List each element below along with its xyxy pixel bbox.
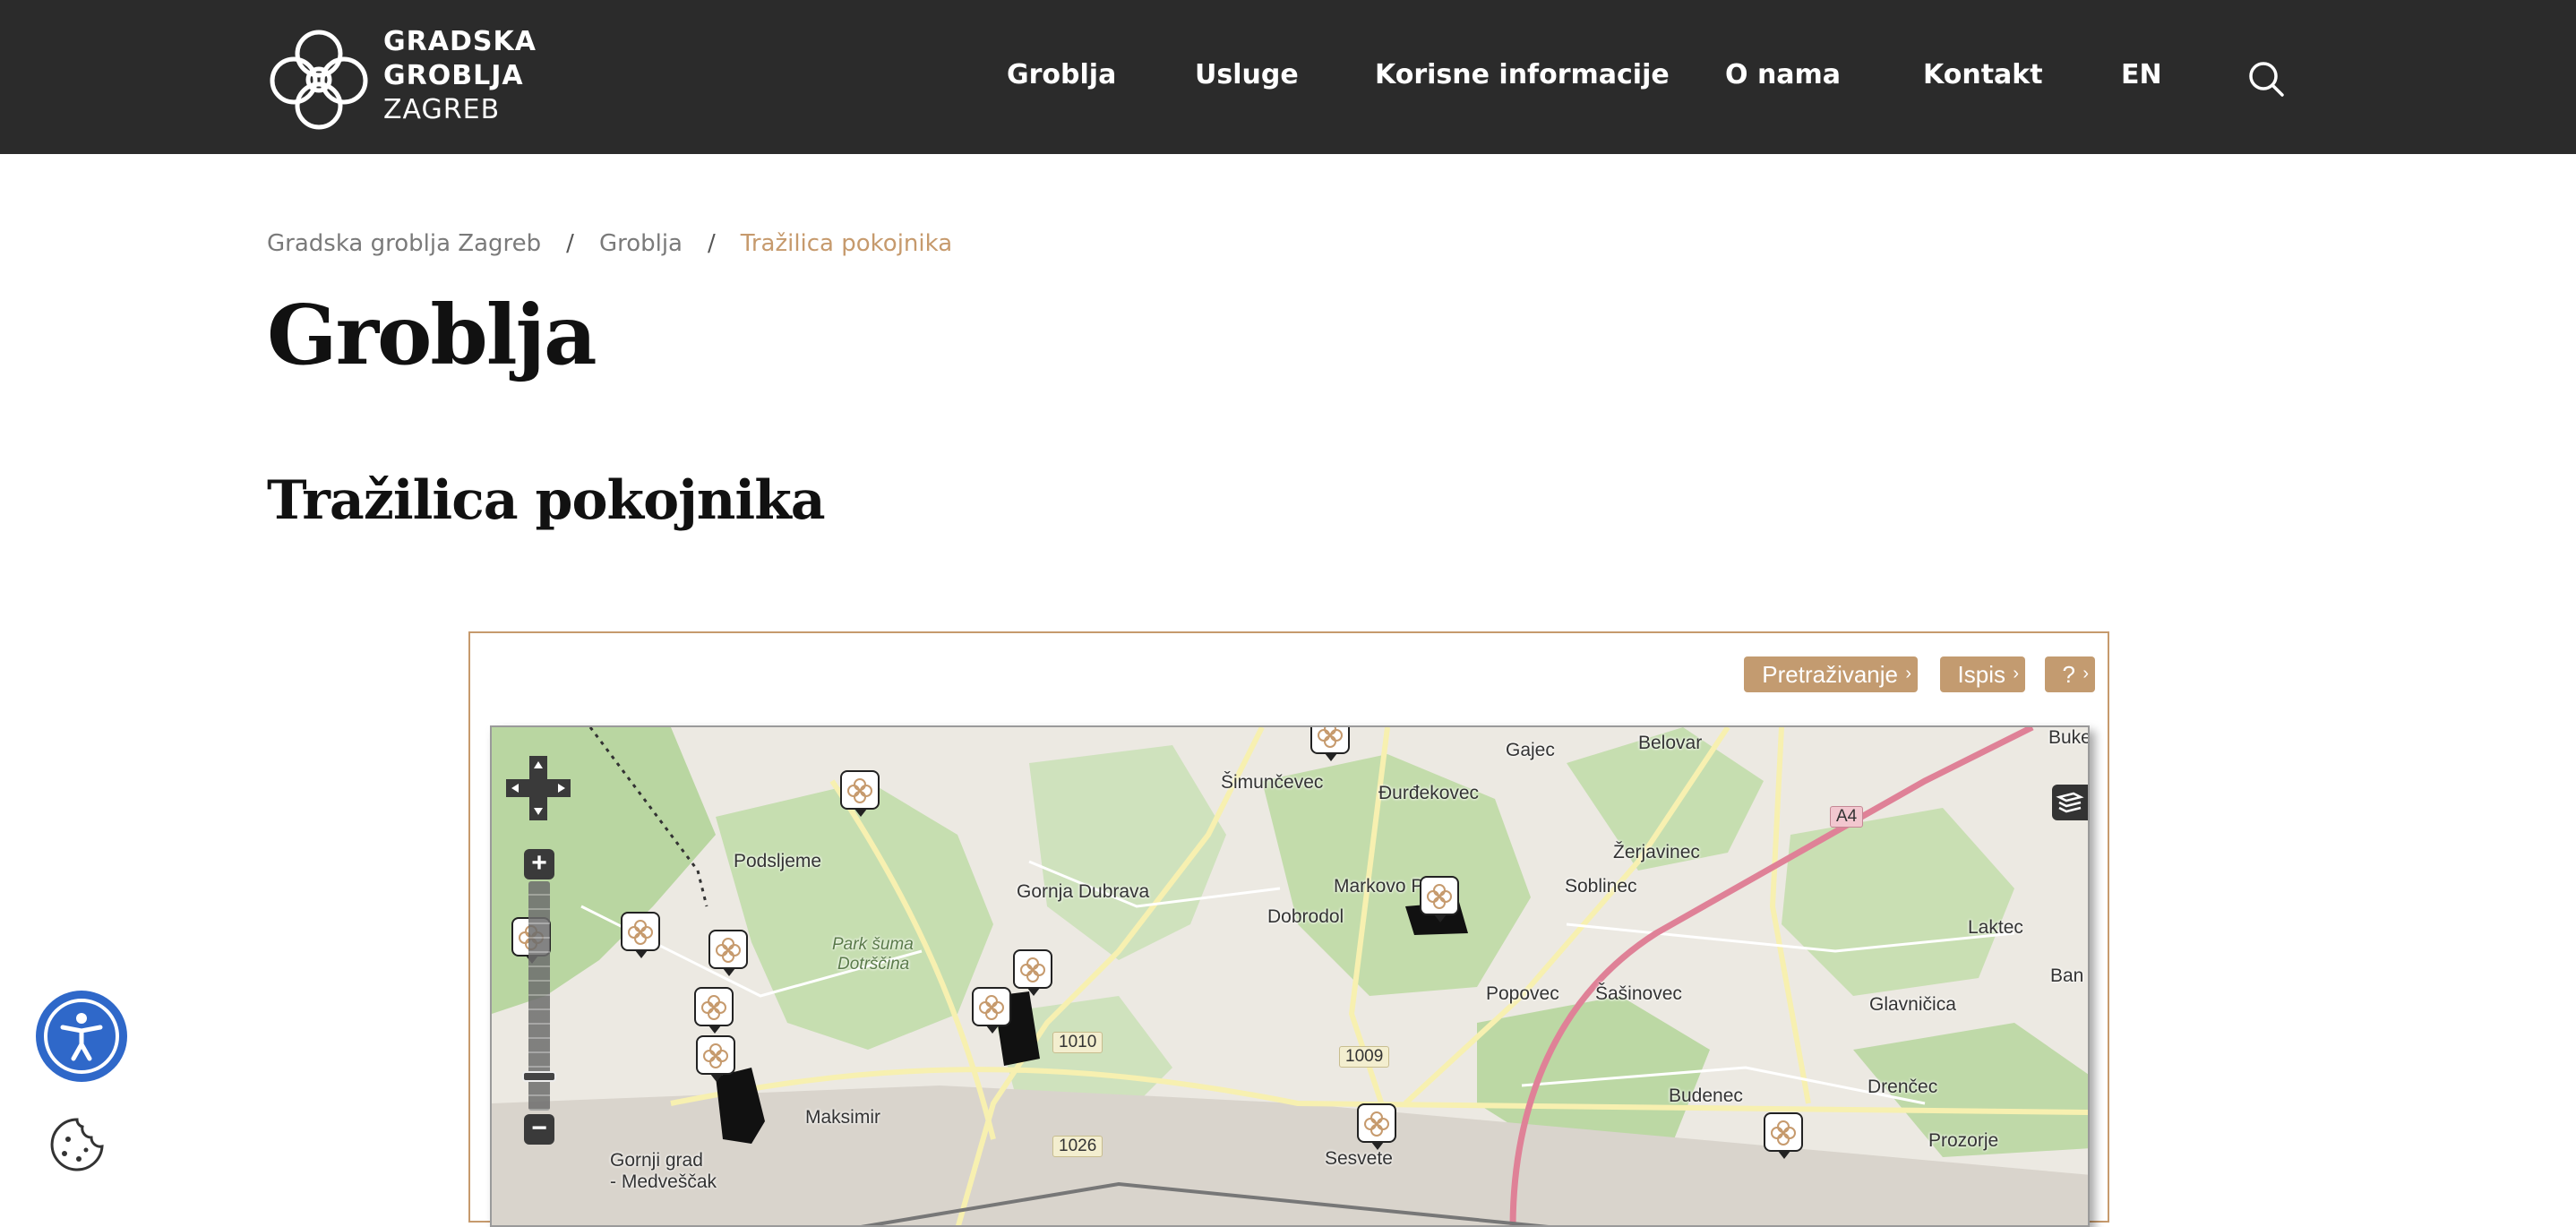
breadcrumb-item-home[interactable]: Gradska groblja Zagreb <box>267 230 541 257</box>
map-place-label: Drenčec <box>1868 1077 1938 1097</box>
site-logo[interactable]: GRADSKA GROBLJA ZAGREB <box>267 25 536 133</box>
cemetery-marker-icon <box>716 938 741 963</box>
cemetery-logo-icon <box>270 30 368 130</box>
accessibility-button[interactable] <box>36 991 127 1082</box>
chevron-right-icon: › <box>2082 664 2089 683</box>
cemetery-marker[interactable] <box>1357 1103 1396 1150</box>
map-place-label: Budenec <box>1669 1085 1743 1106</box>
site-header: GRADSKA GROBLJA ZAGREB Groblja Usluge Ko… <box>0 0 2576 154</box>
map-zoom-control[interactable]: + − <box>522 849 556 1145</box>
zoom-in-button[interactable]: + <box>524 849 554 879</box>
cemetery-marker-icon <box>979 995 1004 1020</box>
page-title: Groblja <box>267 287 597 383</box>
breadcrumb-separator: / <box>566 230 574 257</box>
nav-item-kontakt[interactable]: Kontakt <box>1923 59 2043 90</box>
cemetery-marker[interactable] <box>972 987 1011 1034</box>
road-label: 1026 <box>1052 1136 1103 1157</box>
map-place-label: Dotrščina <box>837 955 910 974</box>
cemetery-marker-icon <box>628 920 653 945</box>
map-place-label: Dobrodol <box>1267 906 1344 927</box>
map-place-label: Soblinec <box>1565 876 1637 897</box>
map-place-label: Markovo P <box>1334 876 1424 897</box>
logo-text: GRADSKA GROBLJA ZAGREB <box>383 25 537 127</box>
map-place-label: Đurđekovec <box>1378 783 1480 803</box>
search-tool-label: Pretraživanje <box>1762 661 1898 688</box>
breadcrumb: Gradska groblja Zagreb / Groblja / Tražilica… <box>267 230 952 257</box>
map-pan-control[interactable] <box>506 756 571 820</box>
cemetery-marker[interactable] <box>1310 727 1350 761</box>
cemetery-marker[interactable] <box>694 987 734 1034</box>
zoom-slider-handle[interactable] <box>522 1071 556 1082</box>
print-button[interactable]: Ispis › <box>1939 656 2025 692</box>
cemetery-marker-icon <box>1318 727 1343 748</box>
pan-arrows-icon <box>506 756 571 820</box>
breadcrumb-separator: / <box>708 230 716 257</box>
layer-switcher-button[interactable] <box>2052 785 2088 820</box>
cookie-settings-button[interactable] <box>47 1114 107 1175</box>
cemetery-marker-icon <box>1771 1120 1796 1145</box>
cookie-icon <box>50 1118 104 1171</box>
cemetery-marker-icon <box>1364 1111 1389 1137</box>
logo-line-1: GRADSKA <box>383 26 537 57</box>
cemetery-marker-icon <box>703 1043 728 1068</box>
cemetery-map[interactable]: Šimunčevec Gajec Belovar Đurđekovec Pods… <box>490 725 2090 1227</box>
zoom-out-button[interactable]: − <box>524 1114 554 1145</box>
map-place-label: Laktec <box>1968 917 2023 938</box>
cemetery-marker[interactable] <box>1420 876 1459 922</box>
cemetery-marker[interactable] <box>840 770 880 817</box>
road-label: 1009 <box>1339 1046 1390 1068</box>
cemetery-marker[interactable] <box>696 1035 735 1082</box>
nav-item-usluge[interactable]: Usluge <box>1195 59 1299 90</box>
chevron-right-icon: › <box>2013 664 2019 683</box>
breadcrumb-item-current: Tražilica pokojnika <box>740 230 953 257</box>
map-place-label: Gornja Dubrava <box>1017 881 1150 902</box>
nav-item-groblja[interactable]: Groblja <box>1007 59 1116 90</box>
map-place-label: Gajec <box>1506 740 1555 760</box>
deceased-search-widget: Pretraživanje › Ispis › ? › Šimunčevec G… <box>468 631 2109 1227</box>
cemetery-marker-icon <box>847 778 872 803</box>
map-place-label: Gornji grad <box>610 1150 703 1171</box>
breadcrumb-item-groblja[interactable]: Groblja <box>599 230 683 257</box>
map-place-label: - Medveščak <box>610 1171 717 1192</box>
print-label: Ispis <box>1957 661 2005 688</box>
map-place-label: Žerjavinec <box>1613 842 1700 862</box>
layers-icon <box>2056 792 2084 813</box>
search-button[interactable] <box>2246 59 2286 99</box>
map-place-label: Podsljeme <box>734 851 822 871</box>
help-label: ? <box>2062 661 2075 688</box>
nav-item-language-en[interactable]: EN <box>2121 59 2162 90</box>
map-place-label: Sesvete <box>1325 1148 1393 1169</box>
accessibility-icon <box>44 999 119 1074</box>
map-place-label: Glavničica <box>1869 994 1956 1015</box>
map-place-label: Šašinovec <box>1595 983 1682 1004</box>
map-place-label: Belovar <box>1638 733 1703 753</box>
map-place-label: Maksimir <box>805 1107 880 1128</box>
map-tiles <box>492 727 2088 1225</box>
cemetery-marker-icon <box>1020 957 1045 982</box>
section-title: Tražilica pokojnika <box>267 469 826 532</box>
logo-line-2: GROBLJA <box>383 60 524 91</box>
map-place-label: Ban <box>2050 965 2084 986</box>
map-place-label: Popovec <box>1486 983 1559 1004</box>
nav-item-korisne-informacije[interactable]: Korisne informacije <box>1375 59 1670 90</box>
road-label: 1010 <box>1052 1032 1103 1053</box>
cemetery-marker[interactable] <box>708 930 748 976</box>
cemetery-marker[interactable] <box>1764 1112 1803 1159</box>
search-icon <box>2249 62 2284 97</box>
map-place-label: Šimunčevec <box>1221 772 1324 793</box>
nav-item-o-nama[interactable]: O nama <box>1725 59 1841 90</box>
cemetery-marker[interactable] <box>1013 949 1052 996</box>
road-label: A4 <box>1830 806 1864 828</box>
map-place-label: Park šuma <box>832 935 914 954</box>
cemetery-marker[interactable] <box>621 912 660 958</box>
help-button[interactable]: ? › <box>2044 656 2095 692</box>
cemetery-marker-icon <box>1427 884 1452 909</box>
chevron-right-icon: › <box>1905 664 1911 683</box>
map-place-label: Prozorje <box>1928 1130 1999 1151</box>
search-tool-button[interactable]: Pretraživanje › <box>1744 656 1918 692</box>
logo-line-3: ZAGREB <box>383 94 501 125</box>
map-place-label: Buke <box>2048 727 2090 748</box>
cemetery-marker-icon <box>701 995 726 1020</box>
